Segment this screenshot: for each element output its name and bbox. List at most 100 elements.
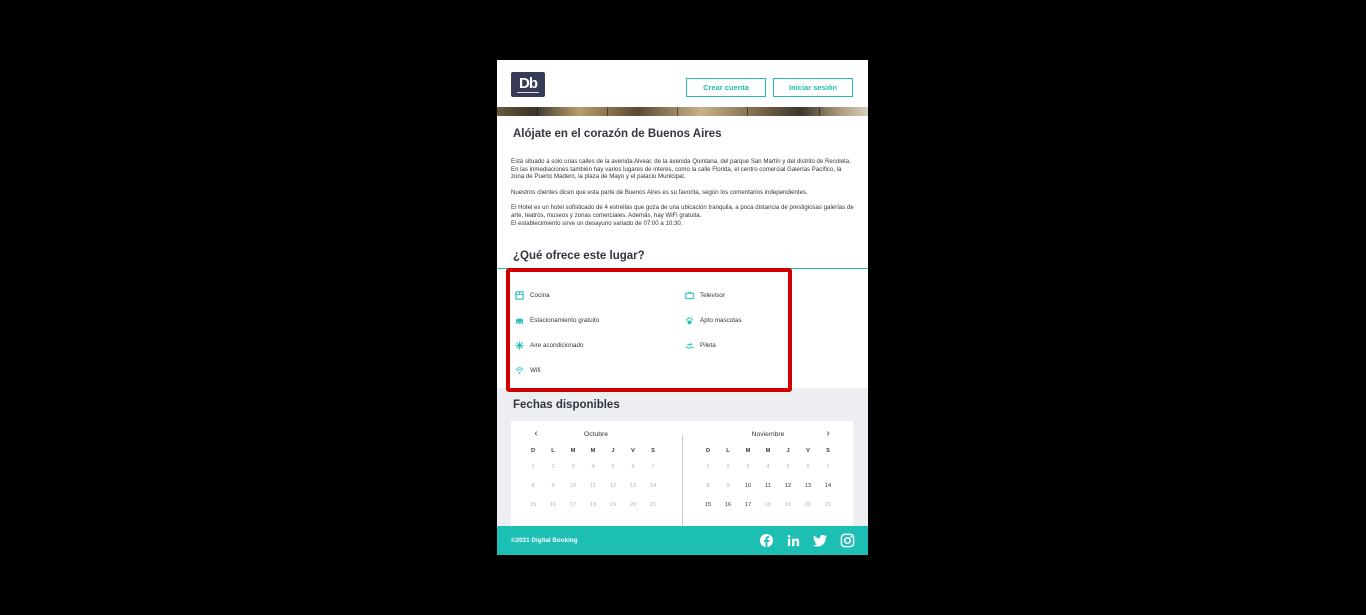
calendar-day[interactable]: 19 (781, 502, 795, 508)
create-account-button[interactable]: Crear cuenta (686, 78, 766, 97)
calendar-month-november: › Noviembre D L M M J V S 1 2 3 4 5 6 7 8 9 10 11 12 13 14 15… (682, 428, 852, 531)
car-icon (515, 318, 524, 324)
available-dates-section: Fechas disponibles ‹ Octubre DLMMJVS1234… (497, 388, 868, 531)
product-title: Alójate en el corazón de Buenos Aires (513, 128, 722, 140)
features-list: Cocina Televisor Estacionamiento gratuit… (511, 284, 851, 384)
feature-label: Aire acondicionado (530, 341, 584, 349)
feature-item: Apto mascotas (685, 314, 742, 326)
calendar-day[interactable]: 4 (761, 464, 775, 470)
calendar: ‹ Octubre D L M M J V S 1 2 3 4 5 6 7 8 9 10 11 12 13 14 15 16… (511, 421, 853, 531)
weekday-header: S (826, 448, 830, 454)
footer: ©2021 Digital Booking (497, 526, 868, 555)
calendar-day[interactable]: 20 (626, 502, 640, 508)
calendar-day[interactable]: 7 (646, 464, 660, 470)
calendar-day[interactable]: 16 (546, 502, 560, 508)
weekday-header: J (786, 448, 790, 454)
weekday-header: J (611, 448, 615, 454)
weekday-header: D (705, 448, 711, 454)
swimmer-icon (685, 342, 694, 349)
calendar-day[interactable]: 5 (606, 464, 620, 470)
paw-icon (685, 316, 694, 324)
facebook-icon[interactable] (759, 533, 774, 548)
calendar-day[interactable]: 17 (566, 502, 580, 508)
calendar-day[interactable]: 21 (646, 502, 660, 508)
calendar-day[interactable]: 2 (721, 464, 735, 470)
calendar-day[interactable]: 14 (821, 483, 835, 489)
calendar-day[interactable]: 17 (741, 502, 755, 508)
calendar-day[interactable]: 1 (526, 464, 540, 470)
description-paragraph: Está situado a solo unas calles de la av… (511, 158, 851, 181)
calendar-day[interactable]: 8 (526, 483, 540, 489)
calendar-day[interactable]: 14 (646, 483, 660, 489)
weekday-header: M (745, 448, 751, 454)
calendar-day[interactable]: 18 (761, 502, 775, 508)
calendar-day[interactable]: 13 (626, 483, 640, 489)
weekday-header: M (590, 448, 596, 454)
calendar-day[interactable]: 4 (586, 464, 600, 470)
calendar-day[interactable]: 15 (526, 502, 540, 508)
calendar-day[interactable]: 6 (801, 464, 815, 470)
features-title: ¿Qué ofrece este lugar? (513, 250, 645, 262)
description-paragraph: Nuestros clientes dicen que esta parte d… (511, 188, 808, 196)
feature-item: Pileta (685, 339, 716, 351)
calendar-day[interactable]: 19 (606, 502, 620, 508)
month-name: Octubre (583, 431, 609, 438)
login-button[interactable]: Iniciar sesión (773, 78, 853, 97)
weekday-header: V (806, 448, 810, 454)
weekday-header: L (551, 448, 555, 454)
weekday-header: M (570, 448, 576, 454)
calendar-day[interactable]: 1 (701, 464, 715, 470)
snowflake-icon (515, 340, 524, 350)
divider (497, 268, 868, 269)
calendar-day[interactable]: 2 (546, 464, 560, 470)
calendar-day[interactable]: 10 (741, 483, 755, 489)
linkedin-icon[interactable] (786, 533, 801, 548)
feature-item: Televisor (685, 289, 725, 301)
feature-item: Aire acondicionado (515, 339, 584, 351)
calendar-day[interactable]: 10 (566, 483, 580, 489)
twitter-icon[interactable] (813, 533, 828, 548)
calendar-day[interactable]: 13 (801, 483, 815, 489)
feature-item: Estacionamiento gratuito (515, 314, 599, 326)
weekday-header: M (765, 448, 771, 454)
calendar-day[interactable]: 9 (546, 483, 560, 489)
calendar-day[interactable]: 3 (741, 464, 755, 470)
feature-label: Cocina (530, 291, 550, 299)
calendar-day[interactable]: 16 (721, 502, 735, 508)
calendar-day[interactable]: 5 (781, 464, 795, 470)
header: Db Crear cuenta Iniciar sesión (497, 60, 868, 107)
feature-label: Apto mascotas (700, 316, 742, 324)
calendar-day[interactable]: 21 (821, 502, 835, 508)
kitchen-icon (515, 290, 524, 300)
calendar-day[interactable]: 20 (801, 502, 815, 508)
feature-item: Cocina (515, 289, 550, 301)
calendar-day[interactable]: 11 (586, 483, 600, 489)
calendar-day[interactable]: 18 (586, 502, 600, 508)
calendar-day[interactable]: 9 (721, 483, 735, 489)
calendar-day[interactable]: 6 (626, 464, 640, 470)
feature-label: Televisor (700, 291, 725, 299)
month-name: Noviembre (751, 431, 785, 438)
product-description: Está situado a solo unas calles de la av… (511, 158, 856, 235)
calendar-day[interactable]: 11 (761, 483, 775, 489)
weekday-header: L (726, 448, 730, 454)
page-frame: Db Crear cuenta Iniciar sesión Alójate e… (497, 60, 868, 555)
calendar-day[interactable]: 15 (701, 502, 715, 508)
weekday-header: V (631, 448, 635, 454)
hero-image-strip (497, 107, 868, 116)
calendar-day[interactable]: 3 (566, 464, 580, 470)
instagram-icon[interactable] (840, 533, 855, 548)
feature-label: Wifi (530, 366, 541, 374)
calendar-day[interactable]: 12 (606, 483, 620, 489)
calendar-day[interactable]: 7 (821, 464, 835, 470)
calendar-day[interactable]: 12 (781, 483, 795, 489)
feature-label: Estacionamiento gratuito (530, 316, 600, 324)
description-paragraph: El Hotel es un hotel sofisticado de 4 es… (511, 204, 854, 227)
copyright: ©2021 Digital Booking (511, 537, 578, 544)
dates-title: Fechas disponibles (513, 399, 620, 411)
tv-icon (685, 290, 694, 299)
feature-label: Pileta (700, 341, 716, 349)
logo[interactable]: Db (511, 72, 545, 97)
calendar-day[interactable]: 8 (701, 483, 715, 489)
weekday-header: D (530, 448, 536, 454)
